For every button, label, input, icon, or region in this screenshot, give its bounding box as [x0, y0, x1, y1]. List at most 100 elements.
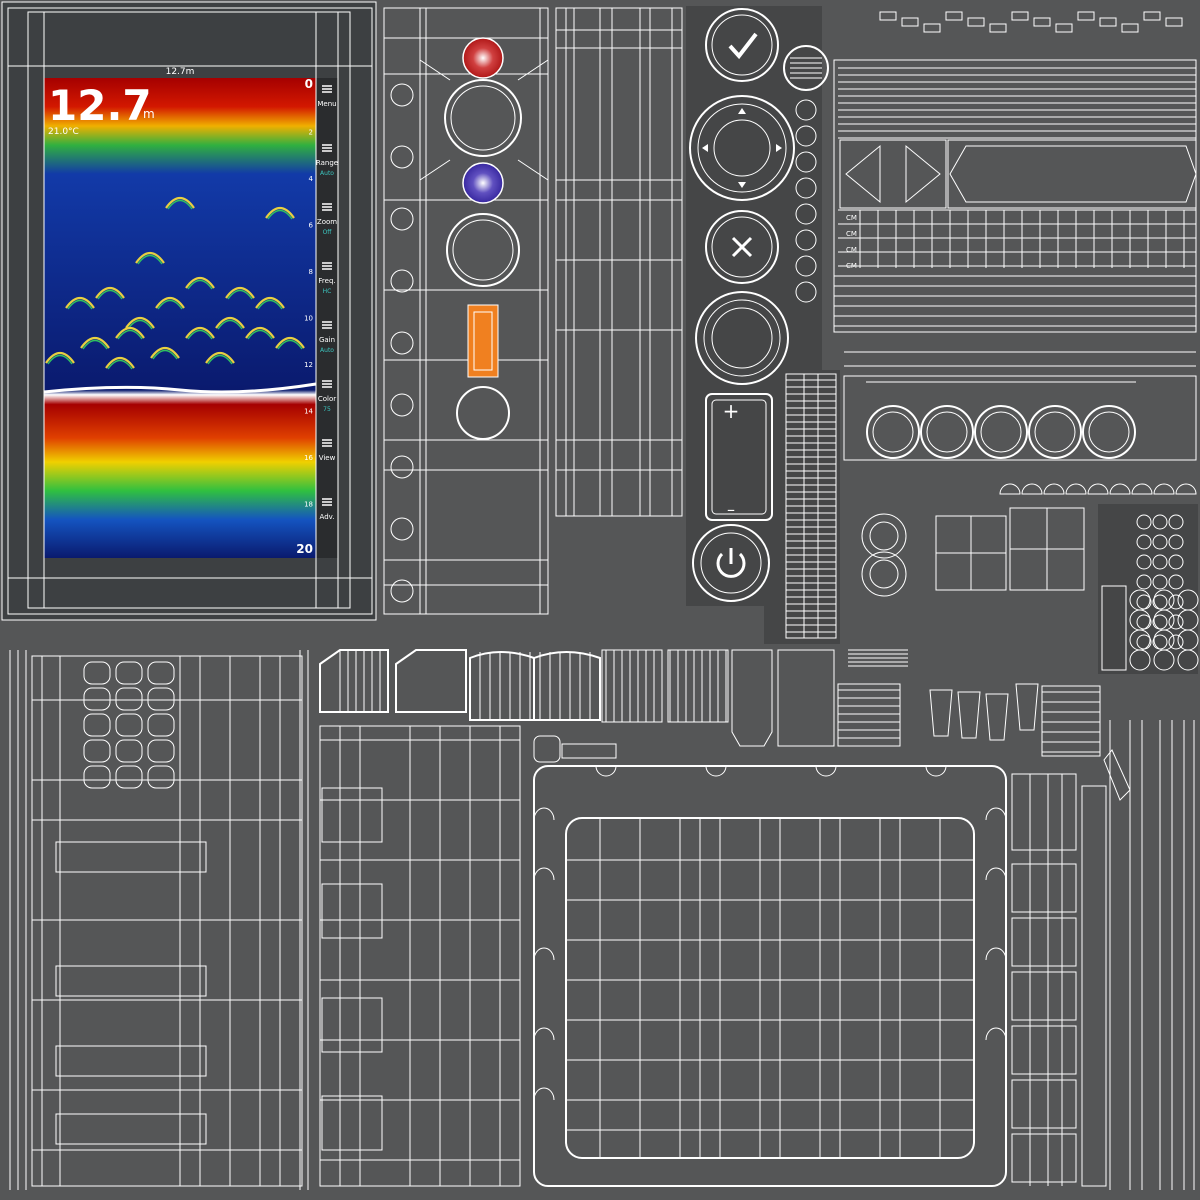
- housing-main-panel: [533, 735, 1007, 1187]
- texture-label: CM: [846, 246, 857, 254]
- housing-slot: [83, 739, 111, 763]
- blue-button-icon: [462, 162, 504, 204]
- schematic-chip: [1011, 11, 1029, 21]
- main-notch-icon: [925, 765, 947, 777]
- depth-tick-label: 4: [309, 175, 314, 183]
- schematic-chip: [945, 11, 963, 21]
- dial-ring-inner: [452, 219, 514, 281]
- main-notch-icon: [595, 765, 617, 777]
- menu-item-value: 75: [323, 406, 331, 413]
- main-notch-icon: [533, 807, 555, 821]
- side-strip: [1011, 773, 1077, 851]
- schematic-chip: [989, 23, 1007, 33]
- icon-buttons-panel: + –: [686, 6, 840, 644]
- housing-slot: [115, 739, 143, 763]
- mid-window: [321, 883, 383, 939]
- texture-label: CM: [846, 262, 857, 270]
- depth-tick-label: 12: [304, 361, 313, 369]
- strip-lines: [384, 8, 549, 614]
- texture-label: CM: [846, 230, 857, 238]
- menu-item-label: Zoom: [317, 218, 337, 226]
- schematic-chip: [1121, 23, 1139, 33]
- knob-inner-icon: [869, 559, 899, 589]
- main-notch-icon: [985, 947, 1007, 961]
- schematic-chip: [1033, 17, 1051, 27]
- menu-item-label: Color: [318, 395, 336, 403]
- strip-hole-icon: [390, 83, 414, 107]
- orange-label-tag: [467, 304, 499, 378]
- port-hole-inner-icon: [926, 411, 968, 453]
- schematic-chip: [923, 23, 941, 33]
- side-strip: [1011, 1133, 1077, 1183]
- strip-hole-icon: [390, 331, 414, 355]
- strip-hole-icon: [390, 207, 414, 231]
- sonar-echogram: [44, 78, 316, 558]
- port-hole-icon: [920, 405, 974, 459]
- dial-ring: [444, 79, 522, 157]
- dial-ring-inner: [450, 85, 516, 151]
- mid-window: [321, 997, 383, 1053]
- bracket-block: [837, 683, 901, 747]
- schematic-chip: [1143, 11, 1161, 21]
- icon-panel-bg: [764, 370, 840, 644]
- uv-layout-canvas: 12.7m 12.7 m 21.0°C 0 2 4 6 8 10 12 14 16 18 20 Me…: [1, 1, 1199, 1190]
- depth-tick-label: 14: [304, 408, 313, 416]
- strip-hole-icon: [390, 517, 414, 541]
- housing-slot: [83, 713, 111, 737]
- housing-slot: [115, 687, 143, 711]
- mid-window: [321, 1095, 383, 1151]
- main-notch-icon: [533, 1027, 555, 1041]
- depth-tick-label: 8: [309, 268, 313, 276]
- strip-circles: [390, 83, 414, 603]
- depth-unit: m: [143, 107, 155, 121]
- schematic-chip: [967, 17, 985, 27]
- clip-block: [1041, 685, 1101, 757]
- bracket-shape: [319, 649, 389, 713]
- range-top-label: 12.7m: [166, 67, 195, 77]
- depth-tick-label: 20: [296, 542, 313, 556]
- side-strip: [1011, 1025, 1077, 1075]
- bump-icon: [1087, 483, 1109, 495]
- housing-slot: [115, 765, 143, 789]
- temperature-label: 21.0°C: [48, 127, 79, 137]
- depth-tick-label: 2: [309, 129, 313, 137]
- main-notch-icon: [985, 867, 1007, 881]
- port-hole-inner-icon: [980, 411, 1022, 453]
- plus-label: +: [723, 399, 740, 423]
- tall-grid-strip: [555, 7, 683, 517]
- minus-label: –: [727, 500, 735, 519]
- side-strip: [1081, 785, 1107, 1187]
- button-strip-uv: [383, 7, 549, 615]
- housing-slot: [83, 661, 111, 685]
- knob-icon: [861, 513, 907, 559]
- bump-icon: [1131, 483, 1153, 495]
- main-notch-icon: [705, 765, 727, 777]
- strip-hole-icon: [390, 269, 414, 293]
- main-notch-icon: [985, 807, 1007, 821]
- housing-slot: [147, 713, 175, 737]
- side-strip: [1011, 917, 1077, 967]
- bump-icon: [1065, 483, 1087, 495]
- bracket-block: [777, 649, 835, 747]
- bump-icon: [1153, 483, 1175, 495]
- depth-tick-label: 18: [304, 501, 313, 509]
- bump-icon: [1043, 483, 1065, 495]
- housing-slot: [147, 661, 175, 685]
- texture-label: CM: [846, 214, 857, 222]
- bump-icon: [999, 483, 1021, 495]
- menu-item-label: Gain: [319, 336, 335, 344]
- dial-ring: [446, 213, 520, 287]
- knob-icon: [861, 551, 907, 597]
- housing-slot: [147, 739, 175, 763]
- menu-item-value: Off: [323, 229, 333, 236]
- main-notch-icon: [985, 1027, 1007, 1041]
- side-strip: [1011, 971, 1077, 1021]
- housing-mid-panel: [319, 725, 521, 1187]
- strip-hole-icon: [390, 455, 414, 479]
- side-strip: [1011, 863, 1077, 913]
- schematic-chip: [901, 17, 919, 27]
- depth-tick-label: 0: [305, 77, 313, 91]
- menu-item-value: HC: [323, 288, 332, 295]
- menu-item-label: View: [319, 454, 336, 462]
- port-hole-icon: [974, 405, 1028, 459]
